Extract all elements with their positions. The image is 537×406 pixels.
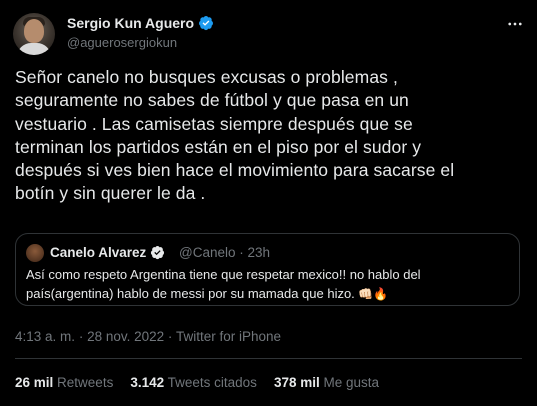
quoted-tweet-card[interactable]: Canelo Alvarez @Canelo · 23h Así como re… — [15, 233, 520, 306]
tweet-time[interactable]: 4:13 a. m. — [15, 329, 75, 344]
quote-tweets-count: 3.142 — [130, 375, 165, 390]
tweet-date[interactable]: 28 nov. 2022 — [87, 329, 164, 344]
more-options-button[interactable] — [505, 14, 525, 34]
retweets-label: Retweets — [57, 375, 114, 390]
quoted-verified-badge-icon — [151, 245, 165, 260]
tweet-line: botín y sin querer le da . — [15, 183, 206, 204]
retweets-stat[interactable]: 26 mil Retweets — [15, 375, 113, 390]
author-avatar[interactable] — [13, 13, 55, 55]
divider — [15, 358, 522, 359]
quoted-author-name: Canelo Alvarez — [50, 245, 147, 260]
tweet-text: Señor canelo no busques excusas o proble… — [15, 66, 525, 206]
quoted-line: país(argentina) hablo de messi por su ma… — [26, 285, 355, 301]
quoted-tweet-text: Así como respeto Argentina tiene que res… — [26, 266, 516, 303]
more-dots-icon — [508, 22, 522, 26]
quoted-separator: · — [239, 245, 244, 260]
fist-fire-emoji-icon: 👊🏻🔥 — [358, 286, 389, 301]
meta-separator: · — [167, 329, 173, 344]
quote-tweets-label: Tweets citados — [167, 375, 257, 390]
verified-badge-icon — [199, 16, 214, 31]
tweet-line: Señor canelo no busques excusas o proble… — [15, 67, 398, 87]
quoted-author-avatar — [26, 244, 44, 262]
quote-tweets-stat[interactable]: 3.142 Tweets citados — [130, 375, 257, 390]
author-name-row[interactable]: Sergio Kun Aguero — [67, 15, 214, 31]
avatar-face — [24, 19, 44, 43]
likes-label: Me gusta — [323, 375, 380, 390]
quoted-line-row: país(argentina) hablo de messi por su ma… — [26, 285, 516, 304]
likes-count: 378 mil — [273, 375, 320, 390]
tweet-line: después si ves bien hace el movimiento p… — [15, 160, 455, 181]
quoted-time: 23h — [247, 245, 271, 260]
tweet-line: seguramente no sabes de fútbol y que pas… — [15, 90, 409, 111]
quoted-line: Así como respeto Argentina tiene que res… — [26, 267, 421, 282]
tweet-line: terminan los partidos están en el piso p… — [15, 136, 422, 157]
author-name[interactable]: Sergio Kun Aguero — [67, 15, 194, 31]
tweet-stats: 26 mil Retweets 3.142 Tweets citados 378… — [15, 375, 379, 390]
tweet-meta: 4:13 a. m. · 28 nov. 2022 · Twitter for … — [15, 329, 281, 344]
quoted-author-name-row: Canelo Alvarez — [50, 245, 165, 260]
retweets-count: 26 mil — [15, 375, 54, 390]
tweet-source[interactable]: Twitter for iPhone — [176, 329, 281, 344]
tweet-line: vestuario . Las camisetas siempre despué… — [15, 113, 413, 134]
likes-stat[interactable]: 378 mil Me gusta — [274, 375, 379, 390]
meta-separator: · — [78, 329, 84, 344]
quoted-meta: @Canelo · 23h — [179, 245, 270, 260]
author-handle[interactable]: @aguerosergiokun — [67, 35, 177, 50]
avatar-shirt — [17, 43, 51, 55]
quoted-author-handle: @Canelo — [179, 245, 236, 260]
